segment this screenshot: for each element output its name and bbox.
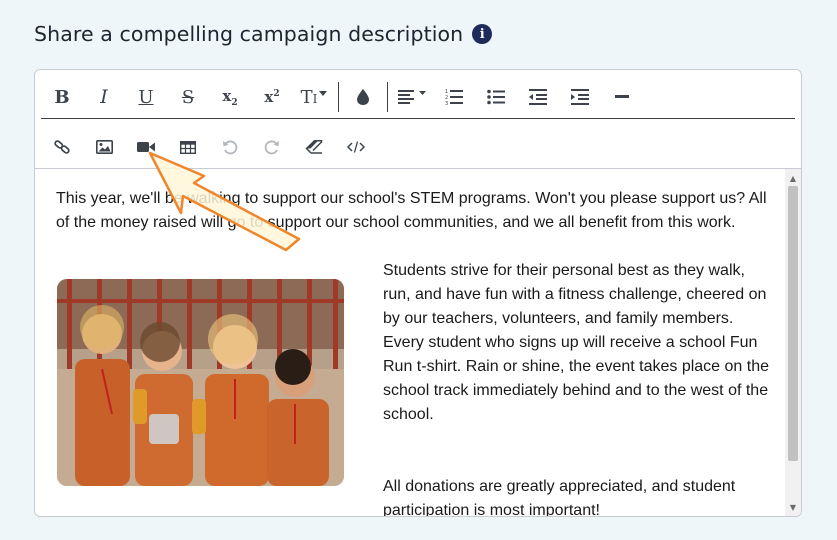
- superscript-icon: x2: [264, 88, 280, 106]
- undo-button[interactable]: [209, 128, 251, 166]
- description-paragraph-1: This year, we'll be walking to support o…: [56, 190, 767, 231]
- image-icon: [95, 140, 113, 154]
- description-paragraph-2: Students strive for their personal best …: [383, 262, 769, 423]
- subscript-button[interactable]: x2: [209, 78, 251, 116]
- text-color-button[interactable]: [342, 78, 384, 116]
- toolbar-row-insert: [41, 124, 377, 170]
- underline-button[interactable]: U: [125, 78, 167, 116]
- clear-format-button[interactable]: [293, 128, 335, 166]
- ordered-list-button[interactable]: 1 2 3: [433, 78, 475, 116]
- strikethrough-button[interactable]: S: [167, 78, 209, 116]
- ordered-list-icon: 1 2 3: [445, 89, 463, 106]
- redo-button[interactable]: [251, 128, 293, 166]
- superscript-button[interactable]: x2: [251, 78, 293, 116]
- text-size-icon: T I: [301, 87, 328, 108]
- link-button[interactable]: [41, 128, 83, 166]
- section-heading: Share a compelling campaign description …: [34, 22, 493, 46]
- indent-button[interactable]: [559, 78, 601, 116]
- font-size-dropdown[interactable]: T I: [293, 78, 335, 116]
- editor-scrollbar[interactable]: ▲ ▼: [785, 169, 801, 516]
- svg-text:3: 3: [445, 101, 448, 106]
- eraser-icon: [305, 140, 323, 154]
- toolbar-separator: [338, 82, 339, 112]
- droplet-icon: [357, 89, 369, 105]
- code-icon: [347, 141, 365, 153]
- indent-icon: [571, 89, 589, 105]
- horizontal-rule-button[interactable]: [601, 78, 643, 116]
- code-view-button[interactable]: [335, 128, 377, 166]
- link-icon: [54, 140, 70, 154]
- editor-content-area[interactable]: This year, we'll be walking to support o…: [35, 169, 785, 516]
- video-camera-icon: [137, 142, 155, 152]
- strikethrough-icon: S: [181, 86, 195, 108]
- bold-button[interactable]: B: [41, 78, 83, 116]
- table-icon: [180, 140, 196, 154]
- align-left-icon: [398, 90, 426, 104]
- outdent-button[interactable]: [517, 78, 559, 116]
- students-photo: [57, 279, 344, 486]
- info-icon[interactable]: i: [472, 24, 493, 44]
- outdent-icon: [529, 89, 547, 105]
- italic-icon: I: [100, 86, 108, 108]
- section-title: Share a compelling campaign description: [34, 22, 464, 46]
- italic-button[interactable]: I: [83, 78, 125, 116]
- description-paragraph-3: All donations are greatly appreciated, a…: [383, 478, 736, 516]
- bold-icon: B: [54, 86, 70, 108]
- unordered-list-icon: [487, 89, 505, 105]
- image-button[interactable]: [83, 128, 125, 166]
- undo-icon: [223, 140, 238, 155]
- toolbar-separator: [387, 82, 388, 112]
- subscript-icon: x2: [222, 86, 238, 108]
- align-dropdown[interactable]: [391, 78, 433, 116]
- unordered-list-button[interactable]: [475, 78, 517, 116]
- toolbar-row-divider: [41, 118, 795, 119]
- toolbar-row-formatting: B I U S x2 x2 T I 1 2 3: [41, 74, 643, 120]
- scroll-up-arrow-icon[interactable]: ▲: [785, 171, 801, 185]
- rich-text-editor: B I U S x2 x2 T I 1 2 3 This year, we'll…: [34, 69, 802, 517]
- underline-icon: U: [138, 86, 154, 108]
- scroll-thumb[interactable]: [788, 186, 798, 461]
- redo-icon: [264, 140, 279, 155]
- video-button[interactable]: [125, 128, 167, 166]
- table-button[interactable]: [167, 128, 209, 166]
- scroll-down-arrow-icon[interactable]: ▼: [785, 500, 801, 514]
- horizontal-rule-icon: [615, 95, 629, 98]
